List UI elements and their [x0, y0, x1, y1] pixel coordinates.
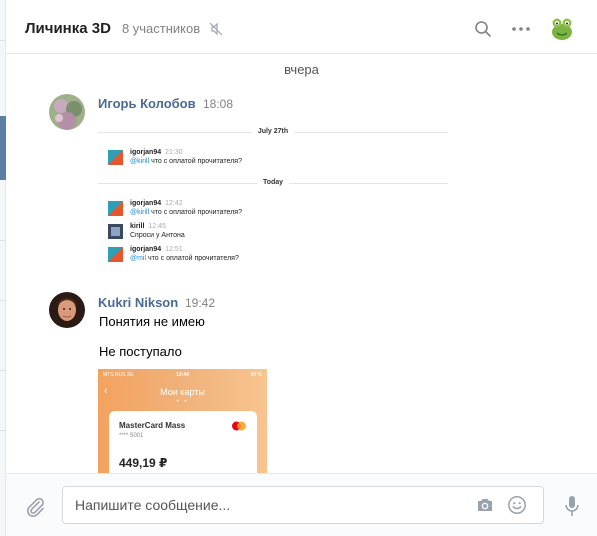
slack-screenshot-image[interactable]: July 27th igorjan94 21:30 @kirill что с о… — [98, 125, 448, 285]
embed-date-label: July 27th — [98, 128, 448, 135]
user-photo-igor — [49, 94, 85, 130]
message-composer — [6, 473, 597, 536]
message-history[interactable]: вчера Игорь Колобов 18:08 July 27th igor… — [6, 55, 597, 473]
message-time[interactable]: 18:08 — [203, 97, 233, 111]
message-time[interactable]: 19:42 — [185, 296, 215, 310]
attach-paperclip-icon[interactable] — [24, 496, 46, 518]
message-input[interactable] — [75, 487, 465, 523]
card-name: MasterCard Mass — [119, 421, 186, 430]
embed-date-label: Today — [98, 179, 448, 186]
embed-message: kirill 12:45 Спроси у Антона — [108, 223, 438, 243]
more-options-button[interactable] — [509, 17, 533, 41]
chat-title[interactable]: Личинка 3D — [25, 20, 111, 37]
embed-message: igorjan94 21:30 @kirill что с оплатой про… — [108, 149, 438, 169]
chat-avatar-frog[interactable] — [549, 16, 575, 42]
embed-message: igorjan94 12:51 @mil что с оплатой прочит… — [108, 246, 438, 266]
message-author[interactable]: Игорь Колобов — [98, 96, 196, 111]
mastercard-logo-icon — [232, 421, 246, 431]
embed-message: igorjan94 12:42 @kirill что с оплатой про… — [108, 200, 438, 220]
chat-header: Личинка 3D 8 участников — [6, 4, 597, 54]
search-button[interactable] — [471, 17, 495, 41]
card-number: **** 5001 — [119, 433, 144, 439]
microphone-icon[interactable] — [564, 495, 580, 517]
phone-screen-title: Мои карты — [160, 387, 205, 397]
message-text: Не поступало — [99, 344, 182, 359]
embed-avatar-icon — [108, 150, 123, 165]
embed-avatar-icon — [108, 247, 123, 262]
message-input-box[interactable] — [62, 486, 544, 524]
message-author[interactable]: Kukri Nikson — [98, 295, 178, 310]
phone-status-bar: MTS RUS 3G 19:44 50 % — [103, 372, 262, 378]
muted-icon — [209, 22, 223, 35]
day-separator: вчера — [284, 62, 319, 77]
camera-icon[interactable] — [475, 495, 495, 515]
avatar[interactable] — [49, 292, 85, 328]
embed-avatar-icon — [108, 224, 123, 239]
search-icon — [475, 21, 491, 37]
emoji-smile-icon[interactable] — [507, 495, 527, 515]
bank-card: MasterCard Mass **** 5001 449,19 ₽ — [109, 411, 257, 473]
card-balance: 449,19 ₽ — [119, 456, 168, 470]
avatar[interactable] — [49, 94, 85, 130]
user-photo-kukri — [49, 292, 85, 328]
embed-avatar-icon — [108, 201, 123, 216]
members-count[interactable]: 8 участников — [122, 21, 200, 36]
photo-attachment[interactable]: MTS RUS 3G 19:44 50 % ‹ Мои карты • • Ma… — [98, 369, 267, 473]
pager-dots-icon: • • — [176, 399, 189, 405]
more-dots-icon — [512, 27, 530, 31]
message-text: Понятия не имею — [99, 314, 205, 329]
